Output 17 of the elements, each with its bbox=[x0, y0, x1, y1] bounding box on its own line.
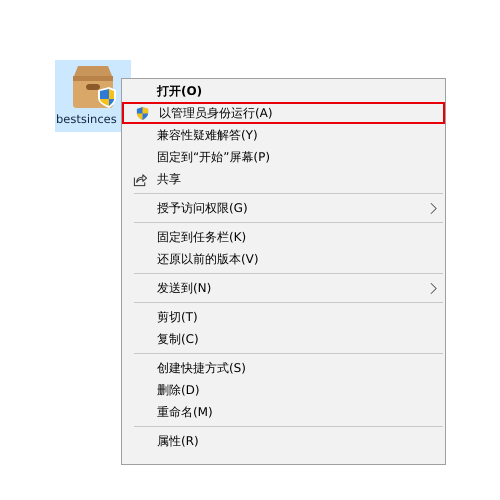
file-name: bestsinces bbox=[55, 112, 117, 126]
menu-item[interactable]: 重命名(M) bbox=[124, 401, 443, 423]
menu-item[interactable]: 还原以前的版本(V) bbox=[124, 248, 443, 270]
menu-item[interactable]: 发送到(N) bbox=[124, 277, 443, 299]
menu-item[interactable]: 固定到“开始”屏幕(P) bbox=[124, 146, 443, 168]
menu-item[interactable]: 剪切(T) bbox=[124, 306, 443, 328]
menu-item[interactable]: 授予访问权限(G) bbox=[124, 197, 443, 219]
menu-item[interactable]: 复制(C) bbox=[124, 328, 443, 350]
menu-item[interactable]: 删除(D) bbox=[124, 379, 443, 401]
shield-icon bbox=[135, 106, 150, 120]
file-icon-tile[interactable]: bestsinces bbox=[55, 60, 131, 132]
menu-item[interactable]: 创建快捷方式(S) bbox=[124, 357, 443, 379]
menu-item[interactable]: 以管理员身份运行(A) bbox=[122, 102, 445, 124]
menu-item[interactable]: 固定到任务栏(K) bbox=[124, 226, 443, 248]
menu-item[interactable]: 共享 bbox=[124, 168, 443, 190]
share-icon bbox=[133, 172, 148, 186]
menu-item[interactable]: 属性(R) bbox=[124, 430, 443, 452]
